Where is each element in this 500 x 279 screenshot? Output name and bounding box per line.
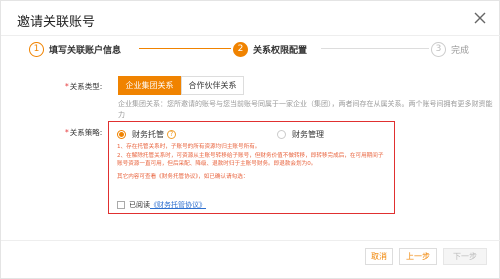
agreement-prefix: 已阅读	[129, 201, 150, 209]
step-number: 3	[431, 41, 446, 57]
agreement-checkbox[interactable]	[117, 201, 125, 209]
step-number: 1	[29, 41, 44, 57]
step-permission-config: 2 关系权限配置	[233, 40, 307, 58]
step-complete: 3 完成	[431, 40, 469, 58]
header-divider	[1, 35, 500, 36]
dialog-title: 邀请关联账号	[17, 15, 96, 30]
question-circle-icon[interactable]: ?	[167, 130, 176, 139]
progress-steps: 1 填写关联账户信息 2 关系权限配置 3 完成	[29, 40, 479, 58]
step-label: 填写关联账户信息	[49, 45, 122, 56]
next-step-button[interactable]: 下一步	[443, 248, 487, 265]
required-mark: *	[65, 128, 69, 137]
relation-strategy-label: *关系策略:	[65, 127, 102, 138]
previous-step-button[interactable]: 上一步	[399, 248, 437, 265]
agreement-row: 已阅读《财务托管协议》	[117, 200, 206, 210]
required-mark: *	[65, 82, 69, 91]
strategy-highlight-box: 财务托管 ? 财务管理 1、存在托管关系时，子账号的所有资源均归主账号所有。 2…	[108, 121, 395, 214]
agreement-text: 已阅读《财务托管协议》	[129, 200, 206, 210]
radio-label: 财务管理	[292, 130, 324, 139]
invite-linked-account-dialog: 邀请关联账号 1 填写关联账户信息 2 关系权限配置 3 完成 *关系类型: 企…	[0, 0, 500, 279]
close-icon[interactable]	[473, 11, 487, 25]
custody-notes: 1、存在托管关系时，子账号的所有资源均归主账号所有。 2、在解除托管关系时，可资…	[117, 143, 389, 181]
radio-dot-unselected[interactable]	[277, 130, 286, 139]
relation-strategy-label-text: 关系策略:	[69, 128, 103, 137]
radio-dot-selected[interactable]	[117, 130, 126, 139]
step-fill-account-info: 1 填写关联账户信息	[29, 40, 121, 58]
radio-financial-custody[interactable]: 财务托管 ?	[117, 129, 176, 140]
agreement-link[interactable]: 《财务托管协议》	[150, 201, 206, 209]
radio-financial-management[interactable]: 财务管理	[277, 129, 324, 140]
note-line: 1、存在托管关系时，子账号的所有资源均归主账号所有。	[117, 144, 261, 150]
note-line: 其它内容可查看《财务托管协议》，如已确认请勾选：	[117, 173, 249, 180]
step-connector	[139, 48, 231, 49]
step-connector	[321, 48, 429, 49]
relation-type-description: 企业集团关系：您所邀请的账号与您当前账号同属于一家企业（集团），两者间存在从属关…	[118, 100, 493, 119]
relation-type-label-text: 关系类型:	[69, 82, 103, 91]
footer-divider	[1, 240, 500, 241]
relation-type-label: *关系类型:	[65, 81, 102, 92]
step-number: 2	[233, 41, 248, 57]
radio-label: 财务托管	[132, 130, 164, 139]
step-label: 关系权限配置	[253, 45, 308, 56]
step-label: 完成	[451, 45, 470, 56]
note-line: 2、在解除托管关系时，可资源从主账号转移给子账号，但财务价值不做转移，即转移完成…	[117, 152, 384, 168]
tab-partner[interactable]: 合作伙伴关系	[181, 76, 244, 95]
tab-enterprise-group[interactable]: 企业集团关系	[118, 76, 181, 95]
cancel-button[interactable]: 取消	[365, 248, 393, 265]
